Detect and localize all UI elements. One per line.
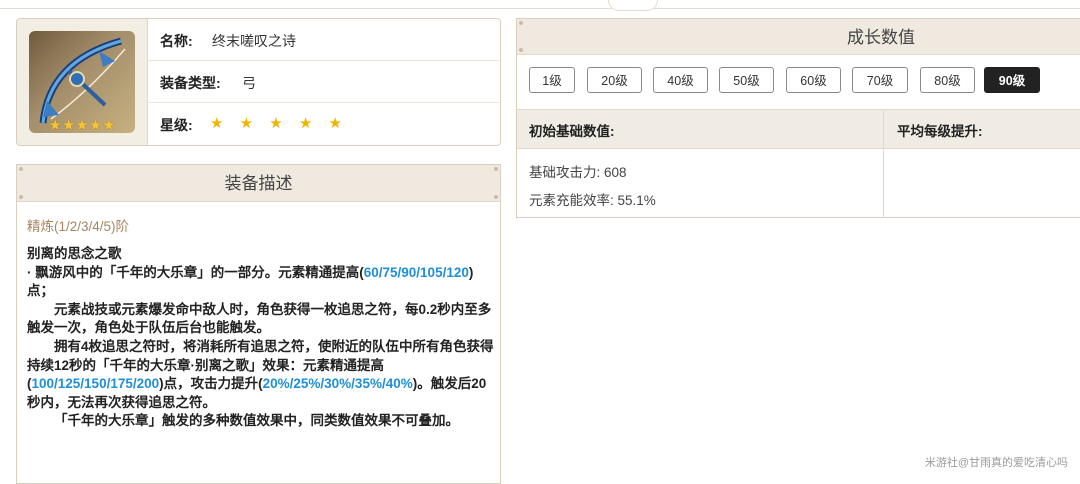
name-row: 名称: 终末嗟叹之诗 xyxy=(148,19,500,61)
type-row: 装备类型: 弓 xyxy=(148,61,500,103)
growth-header: 成长数值 xyxy=(517,19,1080,55)
level-tab-60[interactable]: 60级 xyxy=(786,67,841,93)
description-header: 装备描述 xyxy=(17,165,500,202)
level-tab-20[interactable]: 20级 xyxy=(587,67,642,93)
growth-title: 成长数值 xyxy=(847,28,915,47)
text: )点，攻击力提升( xyxy=(159,376,263,392)
highlight-value: 100/125/150/175/200 xyxy=(31,376,160,392)
description-title: 装备描述 xyxy=(224,174,293,193)
base-stats-header: 初始基础数值: xyxy=(529,124,615,139)
weapon-name: 终末嗟叹之诗 xyxy=(212,33,296,49)
description-paragraph-4: 「千年的大乐章」触发的多种数值效果中，同类数值效果不可叠加。 xyxy=(54,413,459,429)
description-paragraph-1: · 飘游风中的「千年的大乐章」的一部分。元素精通提高(60/75/90/105/… xyxy=(27,264,495,301)
weapon-type: 弓 xyxy=(242,75,256,91)
description-panel: 装备描述 精炼(1/2/3/4/5)阶 别离的思念之歌 · 飘游风中的「千年的大… xyxy=(16,164,501,484)
description-body: 别离的思念之歌 · 飘游风中的「千年的大乐章」的一部分。元素精通提高(60/75… xyxy=(27,245,495,431)
weapon-thumbnail: ★★★★★ xyxy=(17,19,148,145)
rarity-row: 星级: ★ ★ ★ ★ ★ xyxy=(148,103,500,145)
corner-dot xyxy=(519,48,523,52)
text: · 飘游风中的「千年的大乐章」的一部分。元素精通提高( xyxy=(27,264,364,280)
weapon-info-card: ★★★★★ 名称: 终末嗟叹之诗 装备类型: 弓 星级: ★ ★ ★ ★ ★ xyxy=(16,18,501,146)
rarity-stars: ★ ★ ★ ★ ★ xyxy=(210,115,348,132)
level-tab-90[interactable]: 90级 xyxy=(984,67,1040,93)
column-divider xyxy=(883,109,884,217)
level-tab-70[interactable]: 70级 xyxy=(852,67,908,93)
type-label: 装备类型: xyxy=(160,75,221,91)
stat-base-atk: 基础攻击力: 608 xyxy=(529,165,627,180)
highlight-value: 60/75/90/105/120 xyxy=(363,264,469,280)
corner-dot xyxy=(519,21,523,25)
rarity-label: 星级: xyxy=(160,117,193,133)
avg-growth-header: 平均每级提升: xyxy=(897,124,983,139)
growth-panel: 成长数值 1级 20级 40级 50级 60级 70级 80级 90级 初始基础… xyxy=(516,18,1080,218)
stat-energy-recharge: 元素充能效率: 55.1% xyxy=(529,193,656,208)
level-tab-1[interactable]: 1级 xyxy=(529,67,575,93)
corner-dot xyxy=(19,167,23,171)
level-tab-50[interactable]: 50级 xyxy=(719,67,774,93)
skill-name: 别离的思念之歌 xyxy=(27,246,122,261)
level-tab-40[interactable]: 40级 xyxy=(653,67,708,93)
stats-table-header: 初始基础数值: 平均每级提升: xyxy=(517,109,1080,149)
corner-dot xyxy=(494,195,498,199)
watermark: 米游社@甘雨真的爱吃清心吗 xyxy=(924,457,1068,469)
level-tab-80[interactable]: 80级 xyxy=(920,67,975,93)
description-paragraph-3: 拥有4枚追思之符时，将消耗所有追思之符，使附近的队伍中所有角色获得持续12秒的「… xyxy=(27,338,495,412)
refinement-label: 精炼(1/2/3/4/5)阶 xyxy=(27,219,130,234)
ornament-icon xyxy=(608,0,658,11)
corner-dot xyxy=(494,167,498,171)
highlight-value: 20%/25%/30%/35%/40% xyxy=(262,376,413,392)
top-divider xyxy=(0,8,1080,9)
description-paragraph-2: 元素战技或元素爆发命中敌人时，角色获得一枚追思之符，每0.2秒内至多触发一次，角… xyxy=(27,301,492,336)
rarity-icon-stars: ★★★★★ xyxy=(48,117,116,134)
name-label: 名称: xyxy=(160,33,193,49)
corner-dot xyxy=(19,195,23,199)
